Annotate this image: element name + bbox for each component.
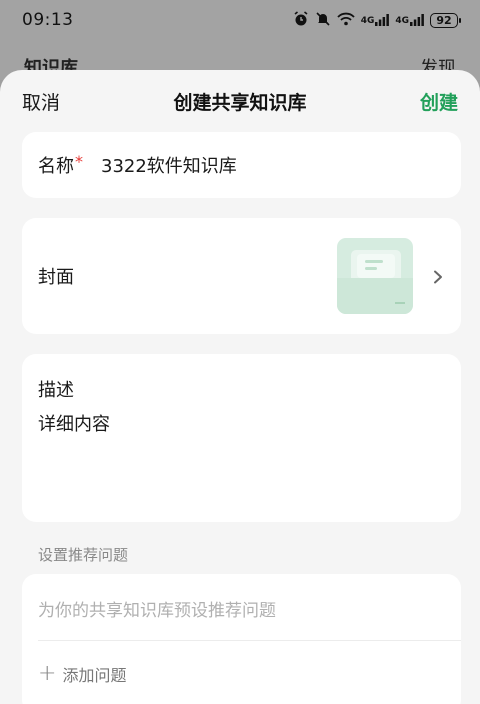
recommended-questions-label: 设置推荐问题 xyxy=(38,546,129,564)
battery-indicator: 92 xyxy=(430,12,461,28)
mute-icon xyxy=(315,11,331,30)
divider xyxy=(38,640,461,641)
status-bar: 09:13 4G 4G 92 xyxy=(0,0,480,40)
sheet-title: 创建共享知识库 xyxy=(173,91,307,114)
cover-selector[interactable]: 封面 xyxy=(22,218,461,334)
create-knowledge-base-sheet: 取消 创建共享知识库 创建 名称 * 封面 描述 详细内容 设置推荐问题 为你的… xyxy=(0,70,480,704)
cover-thumbnail[interactable] xyxy=(337,238,413,314)
description-field-card[interactable]: 描述 详细内容 xyxy=(22,354,461,522)
required-mark: * xyxy=(75,151,83,171)
plus-icon: + xyxy=(38,661,57,686)
network-type-label: 4G xyxy=(360,16,375,26)
signal-4g-icon: 4G xyxy=(361,14,390,26)
cancel-button[interactable]: 取消 xyxy=(22,88,60,115)
question-input[interactable]: 为你的共享知识库预设推荐问题 xyxy=(38,596,276,621)
chevron-right-icon xyxy=(431,269,445,284)
add-question-button[interactable]: + 添加问题 xyxy=(38,662,126,686)
add-question-label: 添加问题 xyxy=(62,666,127,685)
name-label: 名称 xyxy=(38,156,74,177)
status-time: 09:13 xyxy=(22,10,74,30)
sheet-header: 取消 创建共享知识库 创建 xyxy=(0,70,480,132)
description-label: 描述 xyxy=(38,380,74,401)
alarm-icon xyxy=(293,10,309,30)
signal-4g-icon: 4G xyxy=(395,14,424,26)
description-input[interactable]: 详细内容 xyxy=(38,410,445,436)
cover-label: 封面 xyxy=(38,267,74,288)
name-input[interactable] xyxy=(101,154,401,176)
create-button[interactable]: 创建 xyxy=(420,88,458,115)
wifi-icon xyxy=(337,12,355,29)
name-field-card[interactable]: 名称 * xyxy=(22,132,461,198)
recommended-questions-card: 为你的共享知识库预设推荐问题 + 添加问题 xyxy=(22,574,461,704)
network-type-label: 4G xyxy=(395,16,409,26)
status-icons: 4G 4G 92 xyxy=(293,10,461,30)
